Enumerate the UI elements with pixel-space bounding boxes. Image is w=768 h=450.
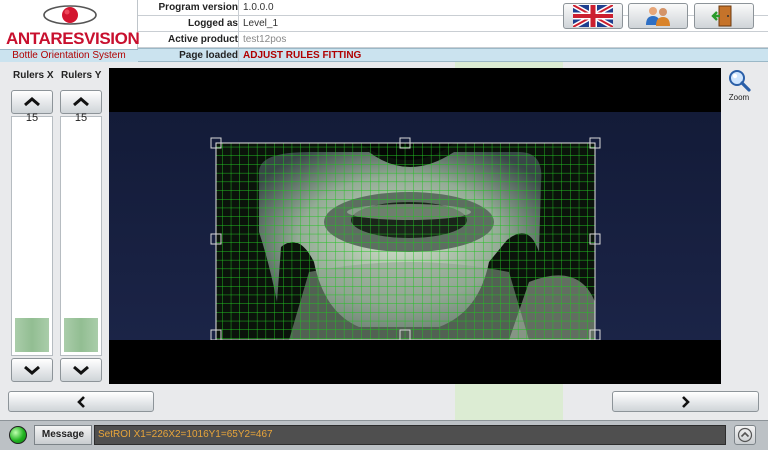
rulers-y-label: Rulers Y bbox=[61, 70, 102, 81]
chevron-down-icon bbox=[24, 365, 40, 375]
app-subtitle: Bottle Orientation System bbox=[0, 49, 138, 62]
chevron-down-icon bbox=[73, 365, 89, 375]
rulers-y-level bbox=[64, 318, 98, 352]
antares-logo-icon bbox=[43, 5, 97, 25]
status-bar: Message SetROI X1=226X2=1016Y1=65Y2=467 bbox=[0, 420, 768, 450]
zoom-label: Zoom bbox=[728, 93, 750, 102]
status-indicator-icon bbox=[9, 426, 27, 444]
active-product-label: Active product bbox=[167, 34, 238, 45]
exit-door-icon bbox=[711, 5, 732, 27]
info-row-page-loaded: Page loaded ADJUST RULES FITTING bbox=[138, 48, 768, 62]
magnifier-icon bbox=[729, 70, 751, 92]
page-loaded-value: ADJUST RULES FITTING bbox=[243, 50, 362, 61]
camera-viewer[interactable] bbox=[109, 68, 721, 384]
rulers-y-up-button[interactable] bbox=[60, 90, 102, 114]
rulers-x-level bbox=[15, 318, 49, 352]
logged-as-value: Level_1 bbox=[243, 18, 279, 29]
rulers-y-down-button[interactable] bbox=[60, 358, 102, 382]
logged-as-label: Logged as bbox=[187, 18, 238, 29]
logo: ANTARESVISION Bottle Orientation System bbox=[0, 0, 140, 62]
header: ANTARESVISION Bottle Orientation System … bbox=[0, 0, 768, 62]
message-label: Message bbox=[34, 425, 92, 445]
page-loaded-label: Page loaded bbox=[179, 50, 238, 61]
chevron-left-icon bbox=[77, 395, 85, 408]
users-button[interactable] bbox=[628, 3, 688, 29]
chevron-up-circle-icon bbox=[737, 427, 753, 443]
info-row-active-product: Active product test12pos bbox=[138, 32, 768, 48]
exit-button[interactable] bbox=[694, 3, 754, 29]
chevron-up-icon bbox=[24, 97, 40, 107]
rulers-x-label: Rulers X bbox=[13, 70, 54, 81]
rulers-x-track[interactable] bbox=[11, 116, 53, 356]
camera-image bbox=[109, 112, 721, 340]
rulers-x-down-button[interactable] bbox=[11, 358, 53, 382]
message-field: SetROI X1=226X2=1016Y1=65Y2=467 bbox=[94, 425, 726, 445]
program-version-label: Program version bbox=[158, 2, 238, 13]
rulers-x-up-button[interactable] bbox=[11, 90, 53, 114]
program-version-value: 1.0.0.0 bbox=[243, 2, 274, 13]
users-icon bbox=[646, 7, 670, 26]
language-button[interactable] bbox=[563, 3, 623, 29]
chevron-right-icon bbox=[681, 395, 690, 408]
rulers-y-track[interactable] bbox=[60, 116, 102, 356]
uk-flag-icon bbox=[573, 5, 613, 27]
previous-button[interactable] bbox=[8, 391, 154, 412]
message-expand-button[interactable] bbox=[734, 425, 756, 445]
active-product-value: test12pos bbox=[243, 34, 287, 45]
brand-name: ANTARESVISION bbox=[6, 29, 140, 48]
rulers-x-value: 15 bbox=[25, 112, 39, 124]
zoom-button[interactable]: Zoom bbox=[727, 68, 751, 102]
rulers-y-value: 15 bbox=[74, 112, 88, 124]
next-button[interactable] bbox=[612, 391, 759, 412]
chevron-up-icon bbox=[73, 97, 89, 107]
